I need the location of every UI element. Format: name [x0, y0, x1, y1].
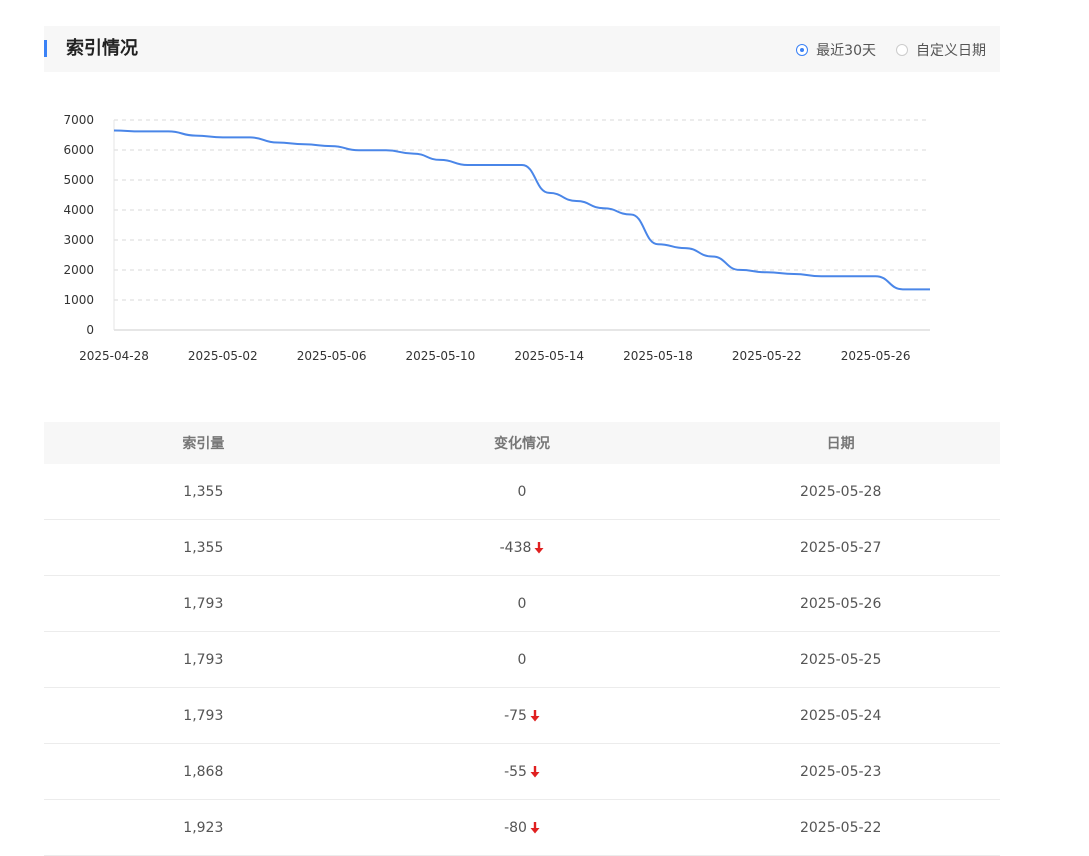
- radio-dot-icon: [796, 44, 809, 56]
- table-row: 1,868 -55 2025-05-23: [44, 744, 1000, 800]
- arrow-down-icon: [534, 541, 544, 554]
- x-tick-label: 2025-05-10: [406, 349, 476, 363]
- section-header: 索引情况 最近30天 自定义日期: [44, 26, 1000, 72]
- x-tick-label: 2025-05-14: [514, 349, 584, 363]
- table-header: 索引量 变化情况 日期: [44, 422, 1000, 464]
- y-tick-label: 0: [86, 323, 94, 337]
- index-count-cell: 1,793: [183, 651, 224, 668]
- x-tick-label: 2025-05-02: [188, 349, 258, 363]
- date-range-radio-group: 最近30天 自定义日期: [776, 40, 986, 60]
- table-row: 1,355 0 2025-05-28: [44, 464, 1000, 520]
- change-value: 0: [517, 595, 527, 612]
- x-tick-label: 2025-05-26: [841, 349, 911, 363]
- arrow-down-icon: [530, 709, 540, 722]
- date-cell: 2025-05-26: [799, 595, 882, 612]
- table-row: 1,793 -75 2025-05-24: [44, 688, 1000, 744]
- change-value: -80: [504, 819, 527, 836]
- index-line-chart: 0 1000 2000 3000 4000 5000 6000 7000 2025-04-28 2…: [63, 113, 930, 363]
- radio-custom-date[interactable]: 自定义日期: [896, 40, 986, 60]
- date-cell: 2025-05-27: [799, 539, 882, 556]
- radio-dot-icon: [896, 44, 908, 56]
- change-value: 0: [517, 483, 527, 500]
- index-count-cell: 1,355: [183, 539, 224, 556]
- y-tick-label: 6000: [63, 143, 94, 157]
- table-row: 1,923 -80 2025-05-22: [44, 800, 1000, 856]
- table-row: 1,793 0 2025-05-26: [44, 576, 1000, 632]
- index-count-cell: 1,868: [183, 763, 224, 780]
- column-header-change: 变化情况: [494, 436, 550, 452]
- y-tick-label: 2000: [63, 263, 94, 277]
- index-count-cell: 1,923: [183, 819, 224, 836]
- arrow-down-icon: [530, 765, 540, 778]
- change-cell: -75: [363, 708, 682, 724]
- y-tick-label: 4000: [63, 203, 94, 217]
- change-cell: 0: [363, 596, 682, 612]
- column-header-count: 索引量: [182, 436, 225, 452]
- index-count-cell: 1,793: [183, 595, 224, 612]
- date-cell: 2025-05-23: [799, 763, 882, 780]
- date-cell: 2025-05-22: [799, 819, 882, 836]
- change-cell: 0: [363, 652, 682, 668]
- index-table: 索引量 变化情况 日期 1,355 0 2025-05-28 1,355 -438 202…: [44, 422, 1000, 856]
- section-title: 索引情况: [66, 38, 138, 59]
- change-value: 0: [517, 651, 527, 668]
- y-tick-label: 7000: [63, 113, 94, 127]
- y-tick-label: 3000: [63, 233, 94, 247]
- radio-last-30-days[interactable]: 最近30天: [796, 40, 876, 60]
- change-value: -438: [499, 539, 532, 556]
- change-cell: 0: [363, 484, 682, 500]
- date-cell: 2025-05-25: [799, 651, 882, 668]
- index-count-cell: 1,355: [183, 483, 224, 500]
- table-body: 1,355 0 2025-05-28 1,355 -438 2025-05-27 1,793…: [44, 464, 1000, 856]
- x-tick-label: 2025-04-28: [79, 349, 149, 363]
- x-tick-label: 2025-05-06: [297, 349, 367, 363]
- radio-label: 最近30天: [816, 43, 876, 59]
- y-tick-label: 5000: [63, 173, 94, 187]
- x-tick-label: 2025-05-18: [623, 349, 693, 363]
- change-value: -55: [504, 763, 527, 780]
- column-header-date: 日期: [826, 436, 855, 452]
- date-cell: 2025-05-28: [799, 483, 882, 500]
- change-value: -75: [504, 707, 527, 724]
- date-cell: 2025-05-24: [799, 707, 882, 724]
- radio-label: 自定义日期: [916, 43, 986, 59]
- table-row: 1,793 0 2025-05-25: [44, 632, 1000, 688]
- x-tick-label: 2025-05-22: [732, 349, 802, 363]
- y-tick-label: 1000: [63, 293, 94, 307]
- title-accent-bar: [44, 40, 47, 57]
- arrow-down-icon: [530, 821, 540, 834]
- change-cell: -55: [363, 764, 682, 780]
- change-cell: -80: [363, 820, 682, 836]
- change-cell: -438: [363, 540, 682, 556]
- index-count-cell: 1,793: [183, 707, 224, 724]
- table-row: 1,355 -438 2025-05-27: [44, 520, 1000, 576]
